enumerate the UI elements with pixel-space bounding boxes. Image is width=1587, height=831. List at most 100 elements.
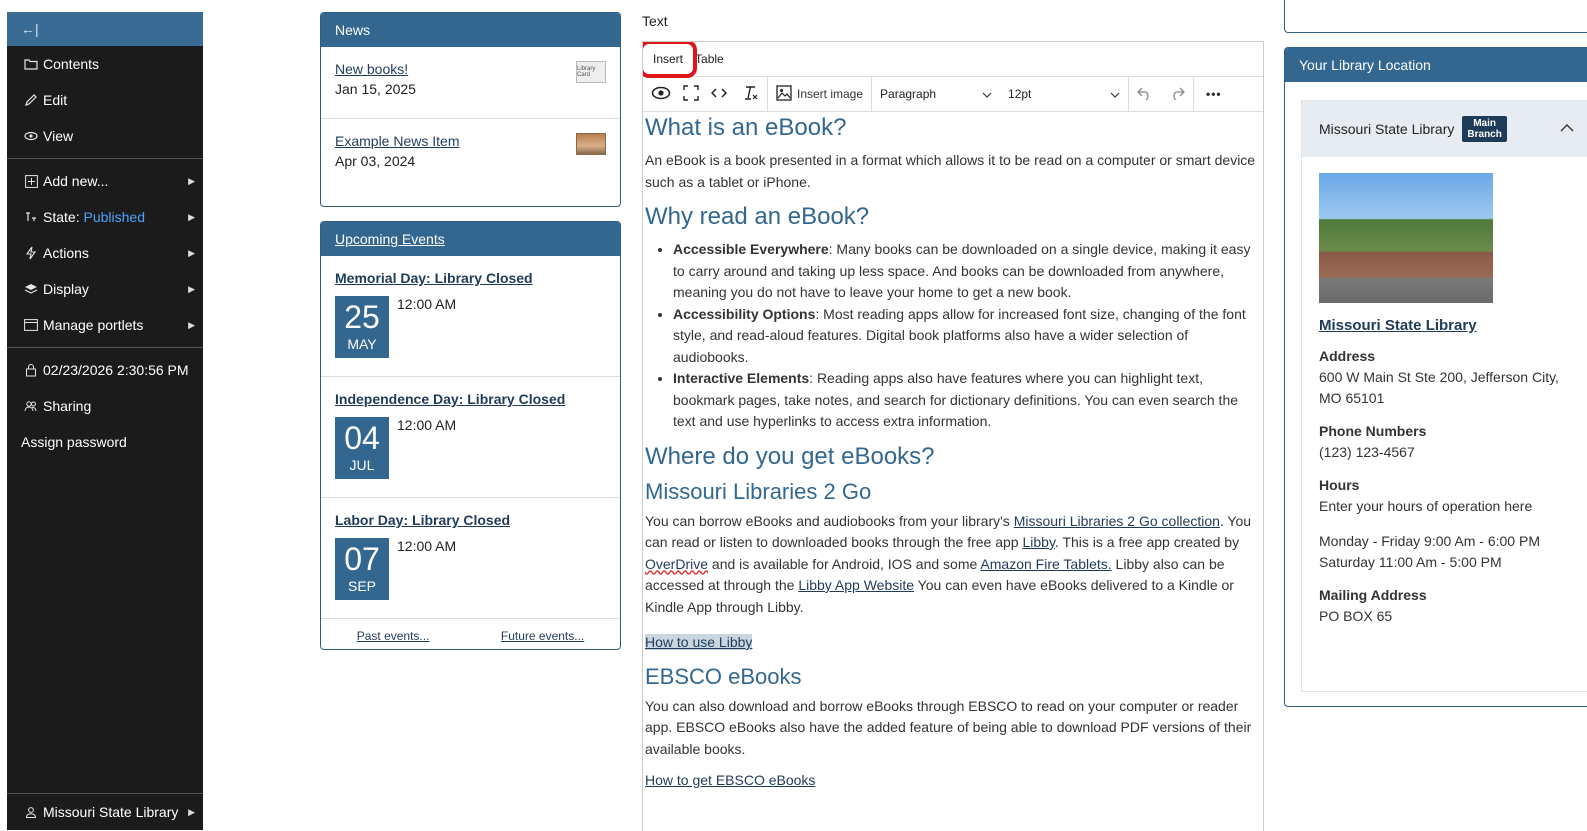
library-details: Missouri State Library Address 600 W Mai… [1319,315,1584,639]
news-thumbnail[interactable]: Library Card [576,61,606,83]
toolbar-contents-label: Contents [43,56,100,72]
caret-right-icon: ▶ [188,806,195,817]
event-month: MAY [347,336,377,352]
clear-formatting-button[interactable] [735,85,767,104]
toolbar-display[interactable]: Display ▶ [7,271,203,307]
plus-square-icon [21,174,41,188]
lightning-icon [21,246,41,260]
library-card-title: Missouri State Library [1319,121,1455,137]
event-title[interactable]: Independence Day: Library Closed [335,391,565,407]
lock-icon [21,363,41,377]
phone-value: (123) 123-4567 [1319,444,1415,460]
event-title[interactable]: Labor Day: Library Closed [335,512,510,528]
library-photo [1319,173,1493,303]
toolbar-assign-password[interactable]: Assign password [7,424,203,460]
chevron-down-icon [982,87,992,101]
caret-right-icon: ▶ [188,211,195,222]
toolbar-manage-portlets-label: Manage portlets [43,317,144,333]
heading-ml2go: Missouri Libraries 2 Go [645,478,872,504]
ml2go-link[interactable]: Missouri Libraries 2 Go collection [1014,513,1220,529]
menu-table[interactable]: Table [693,52,726,66]
mailing-value: PO BOX 65 [1319,608,1393,624]
toolbar-view-label: View [43,128,74,144]
font-size-select[interactable]: 12pt [1000,87,1128,101]
address-value: 600 W Main St Ste 200, Jefferson City, M… [1319,369,1559,406]
mailing-block: Mailing Address PO BOX 65 [1319,585,1584,627]
text-run: You can borrow eBooks and audiobooks fro… [645,512,1014,529]
event-calendar-badge: 04 JUL [335,417,389,479]
toolbar-actions[interactable]: Actions ▶ [7,235,203,271]
libby-website-link[interactable]: Libby App Website [798,577,914,593]
folder-icon [21,58,41,70]
news-item-date: Apr 03, 2024 [335,153,416,169]
library-card-header[interactable]: Missouri State Library Main Branch [1302,101,1587,157]
menu-insert[interactable]: Insert [643,42,698,78]
libby-link[interactable]: Libby [1022,534,1054,550]
more-options-button[interactable]: ••• [1194,87,1234,101]
plone-toolbar: ←| Contents Edit View Add new... ▶ State… [7,12,203,830]
overdrive-link[interactable]: OverDrive [645,556,708,572]
chevron-up-icon[interactable] [1560,119,1574,137]
insert-image-button[interactable]: Insert image [768,84,871,104]
how-to-use-libby-link[interactable]: How to use Libby [645,634,753,650]
event-time: 12:00 AM [397,538,457,554]
hours-weekday: Monday - Friday 9:00 Am - 6:00 PM [1319,533,1540,549]
toolbar-manage-portlets[interactable]: Manage portlets ▶ [7,307,203,343]
address-block: Address 600 W Main St Ste 200, Jefferson… [1319,346,1584,409]
source-code-button[interactable] [703,87,735,102]
news-item-date: Jan 15, 2025 [335,81,416,97]
toolbar-state[interactable]: State: Published ▶ [7,199,203,235]
text-run: and is available for Android, IOS and so… [708,555,981,572]
block-format-select[interactable]: Paragraph [872,87,1000,101]
event-calendar-badge: 07 SEP [335,538,389,600]
toolbar-edit[interactable]: Edit [7,82,203,118]
how-to-get-ebsco-link[interactable]: How to get EBSCO eBooks [645,772,815,788]
people-icon [21,400,41,412]
amazon-fire-link[interactable]: Amazon Fire Tablets. [980,556,1111,572]
image-icon [776,84,792,104]
event-month: SEP [347,578,376,594]
pencil-icon [21,93,41,107]
editor-content[interactable]: What is an eBook? An eBook is a book pre… [643,114,1263,792]
portlet-above-edge [1284,0,1587,33]
undo-button[interactable] [1129,86,1161,103]
news-thumbnail[interactable] [576,133,606,155]
news-item: Example News Item Apr 03, 2024 [321,119,620,190]
address-label: Address [1319,348,1376,364]
toolbar-view[interactable]: View [7,118,203,154]
toolbar-user-menu[interactable]: Missouri State Library ▶ [7,794,203,830]
toolbar-sharing[interactable]: Sharing [7,388,203,424]
editor-toolbar: Insert image Paragraph 12pt ••• [643,77,1263,112]
block-format-value: Paragraph [880,87,937,101]
preview-button[interactable] [643,86,679,103]
toolbar-add-new-label: Add new... [43,173,109,189]
hours-block: Hours Enter your hours of operation here… [1319,475,1584,573]
toolbar-contents[interactable]: Contents [7,46,203,82]
fullscreen-button[interactable] [679,84,703,104]
toolbar-collapse-button[interactable]: ←| [7,12,203,46]
events-header-link[interactable]: Upcoming Events [335,231,445,247]
event-item: Memorial Day: Library Closed 25 MAY 12:0… [321,256,620,377]
library-location-portlet: Your Library Location Missouri State Lib… [1284,47,1587,707]
event-title[interactable]: Memorial Day: Library Closed [335,270,533,286]
toolbar-add-new[interactable]: Add new... ▶ [7,163,203,199]
toolbar-lock-info[interactable]: 02/23/2026 2:30:56 PM [7,352,203,388]
news-portlet: News New books! Jan 15, 2025 Library Car… [320,12,621,207]
editor-menubar: Insert Table [643,42,1263,78]
list-item: Accessible Everywhere: Many books can be… [673,239,1263,304]
news-thumbnail-caption: Library Card [577,66,596,78]
badge-line: Branch [1467,129,1502,140]
phone-label: Phone Numbers [1319,423,1427,439]
rich-text-editor: Insert Table Insert image Paragraph 12pt [642,41,1264,831]
paragraph: How to use Libby [645,632,1263,654]
toolbar-divider [7,158,203,159]
toolbar-assign-password-label: Assign password [21,434,127,450]
library-location-header: Your Library Location [1285,48,1587,82]
future-events-link[interactable]: Future events... [501,629,584,643]
redo-button[interactable] [1161,86,1193,103]
news-item-title[interactable]: New books! [335,61,606,77]
news-item-title[interactable]: Example News Item [335,133,606,149]
library-name-link[interactable]: Missouri State Library [1319,315,1584,336]
past-events-link[interactable]: Past events... [357,629,430,643]
list-item-bold: Interactive Elements [673,370,810,386]
